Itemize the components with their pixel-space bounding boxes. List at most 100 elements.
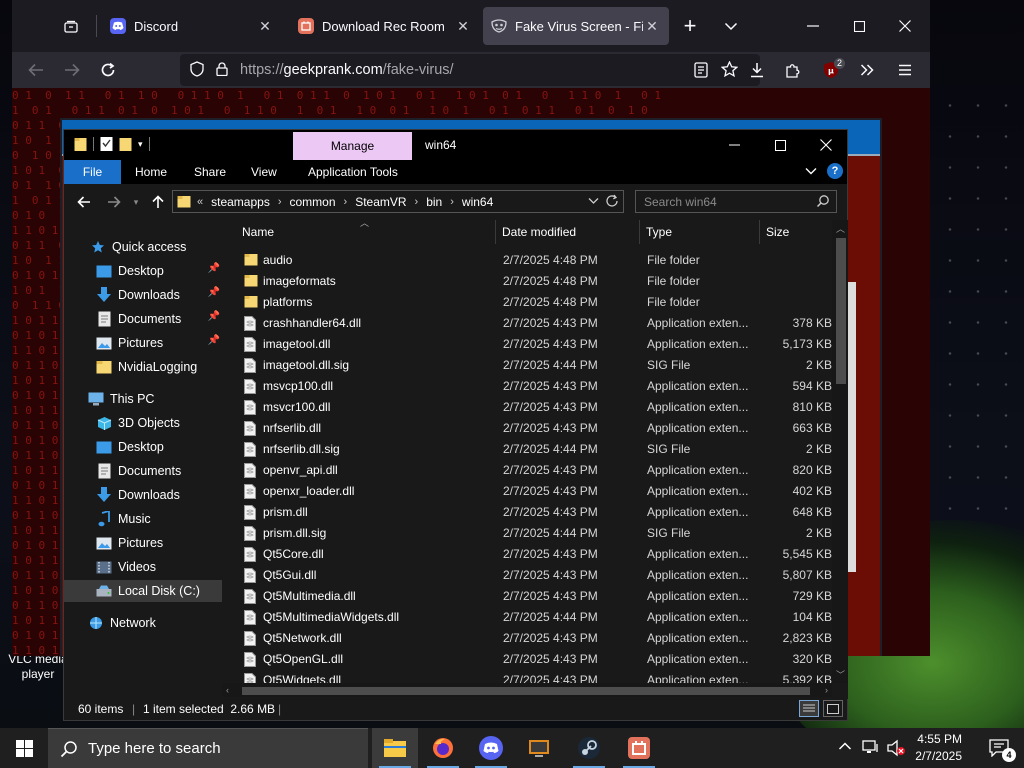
column-date-modified[interactable]: Date modified bbox=[502, 220, 642, 244]
file-row[interactable]: openxr_loader.dll 2/7/2025 4:43 PM Applica… bbox=[222, 481, 832, 502]
bookmark-star-icon[interactable] bbox=[720, 60, 739, 81]
ribbon-tab-view[interactable]: View bbox=[251, 160, 277, 184]
minimize-button[interactable] bbox=[790, 8, 836, 44]
nav-pc-local-disk[interactable]: Local Disk (C:) bbox=[64, 580, 222, 602]
nav-pc-videos[interactable]: Videos bbox=[96, 556, 220, 578]
file-row[interactable]: Qt5MultimediaWidgets.dll 2/7/2025 4:44 PM… bbox=[222, 607, 832, 628]
nav-quick-downloads[interactable]: Downloads 📌 bbox=[96, 284, 220, 306]
taskbar-steam[interactable] bbox=[566, 728, 612, 768]
maximize-button[interactable] bbox=[836, 8, 882, 44]
breadcrumb-bin[interactable]: bin bbox=[426, 195, 442, 209]
file-row[interactable]: Qt5Core.dll 2/7/2025 4:43 PM Application e… bbox=[222, 544, 832, 565]
taskbar-vlc[interactable] bbox=[516, 728, 562, 768]
taskbar-firefox[interactable] bbox=[420, 728, 466, 768]
tray-network-icon[interactable] bbox=[862, 739, 880, 758]
chevron-down-icon[interactable] bbox=[588, 194, 599, 208]
nav-pc-pictures[interactable]: Pictures bbox=[96, 532, 220, 554]
menu-button[interactable] bbox=[891, 56, 919, 84]
column-name[interactable]: Name bbox=[242, 220, 492, 244]
nav-pc-music[interactable]: Music bbox=[96, 508, 220, 530]
tab-list-icon[interactable] bbox=[58, 14, 84, 40]
details-view-button[interactable] bbox=[799, 700, 819, 717]
ribbon-tab-home[interactable]: Home bbox=[135, 160, 167, 184]
reader-view-icon[interactable] bbox=[694, 62, 708, 81]
scroll-right-icon[interactable]: › bbox=[825, 685, 828, 695]
nav-quick-pictures[interactable]: Pictures 📌 bbox=[96, 332, 220, 354]
nav-pc-documents[interactable]: Documents bbox=[96, 460, 220, 482]
downloads-button[interactable] bbox=[743, 56, 771, 84]
tray-volume-icon[interactable] bbox=[886, 739, 906, 760]
file-row[interactable]: nrfserlib.dll.sig 2/7/2025 4:44 PM SIG Fil… bbox=[222, 439, 832, 460]
file-row[interactable]: imagetool.dll.sig 2/7/2025 4:44 PM SIG Fil… bbox=[222, 355, 832, 376]
scroll-down-icon[interactable]: ﹀ bbox=[836, 668, 845, 681]
back-button[interactable] bbox=[22, 56, 50, 84]
tab-fake-virus[interactable]: Fake Virus Screen - Files a ✕ bbox=[483, 7, 669, 45]
search-box[interactable]: Search win64 bbox=[635, 190, 837, 213]
ribbon-tab-application-tools[interactable]: Application Tools bbox=[308, 160, 398, 184]
ublock-extension-button[interactable]: μ 2 bbox=[817, 56, 845, 84]
file-row[interactable]: Qt5Network.dll 2/7/2025 4:43 PM Applicatio… bbox=[222, 628, 832, 649]
file-row[interactable]: Qt5Gui.dll 2/7/2025 4:43 PM Application ex… bbox=[222, 565, 832, 586]
taskbar-discord[interactable] bbox=[468, 728, 514, 768]
pin-icon[interactable]: 📌 bbox=[208, 287, 220, 298]
breadcrumb-steamvr[interactable]: SteamVR bbox=[355, 195, 406, 209]
file-row[interactable]: crashhandler64.dll 2/7/2025 4:43 PM Applic… bbox=[222, 313, 832, 334]
explorer-back-button[interactable] bbox=[74, 192, 94, 212]
more-tools-button[interactable] bbox=[853, 56, 881, 84]
ribbon-tab-share[interactable]: Share bbox=[194, 160, 226, 184]
vertical-scroll-thumb[interactable] bbox=[836, 238, 846, 384]
new-tab-button[interactable]: + bbox=[667, 8, 713, 44]
file-row[interactable]: imagetool.dll 2/7/2025 4:43 PM Application… bbox=[222, 334, 832, 355]
nav-this-pc[interactable]: This PC bbox=[88, 388, 220, 410]
nav-network[interactable]: Network bbox=[88, 612, 220, 634]
scroll-left-icon[interactable]: ‹ bbox=[226, 685, 229, 695]
customize-qat-icon[interactable]: ▾ bbox=[138, 139, 143, 150]
file-row[interactable]: openvr_api.dll 2/7/2025 4:43 PM Applicatio… bbox=[222, 460, 832, 481]
scroll-up-icon[interactable]: ︿ bbox=[836, 222, 845, 235]
new-folder-icon[interactable] bbox=[119, 136, 132, 152]
breadcrumb-win64[interactable]: win64 bbox=[462, 195, 493, 209]
reload-button[interactable] bbox=[94, 56, 122, 84]
refresh-icon[interactable] bbox=[605, 194, 619, 208]
ribbon-tab-file[interactable]: File bbox=[64, 160, 121, 184]
close-tab-icon[interactable]: ✕ bbox=[256, 18, 274, 35]
large-icons-view-button[interactable] bbox=[823, 700, 843, 717]
extensions-button[interactable] bbox=[779, 56, 807, 84]
taskbar-search-box[interactable]: Type here to search bbox=[48, 728, 368, 768]
url-bar[interactable]: https://geekprank.com/fake-virus/ bbox=[180, 54, 760, 86]
close-tab-icon[interactable]: ✕ bbox=[643, 18, 661, 35]
taskbar-file-explorer[interactable] bbox=[372, 728, 418, 768]
folder-row[interactable]: imageformats 2/7/2025 4:48 PM File folder bbox=[222, 271, 832, 292]
close-window-button[interactable] bbox=[882, 8, 928, 44]
pin-icon[interactable]: 📌 bbox=[208, 311, 220, 322]
column-type[interactable]: Type bbox=[646, 220, 756, 244]
address-bar[interactable]: « steamapps › common › SteamVR › bin › w… bbox=[172, 190, 624, 213]
forward-button[interactable] bbox=[58, 56, 86, 84]
list-all-tabs-button[interactable] bbox=[708, 8, 754, 44]
close-tab-icon[interactable]: ✕ bbox=[454, 18, 472, 35]
recent-locations-icon[interactable]: ▾ bbox=[126, 192, 146, 212]
column-size[interactable]: Size bbox=[766, 220, 826, 244]
up-button[interactable] bbox=[148, 192, 168, 212]
start-button[interactable] bbox=[0, 728, 48, 768]
notification-center-button[interactable]: 4 bbox=[988, 737, 1016, 762]
nav-pc-3d-objects[interactable]: 3D Objects bbox=[96, 412, 220, 434]
tab-manage[interactable]: Manage bbox=[293, 132, 412, 160]
pin-icon[interactable]: 📌 bbox=[208, 335, 220, 346]
file-row[interactable]: msvcp100.dll 2/7/2025 4:43 PM Application … bbox=[222, 376, 832, 397]
taskbar-clock[interactable]: 4:55 PM 2/7/2025 bbox=[915, 731, 962, 765]
expand-ribbon-icon[interactable] bbox=[805, 167, 817, 175]
lock-icon[interactable] bbox=[216, 61, 228, 79]
file-row[interactable]: Qt5Multimedia.dll 2/7/2025 4:43 PM Applica… bbox=[222, 586, 832, 607]
breadcrumb-common[interactable]: common bbox=[290, 195, 336, 209]
file-row[interactable]: prism.dll 2/7/2025 4:43 PM Application ext… bbox=[222, 502, 832, 523]
taskbar-rec-room[interactable] bbox=[616, 728, 662, 768]
tab-rec-room[interactable]: Download Rec Room ✕ bbox=[290, 7, 480, 45]
breadcrumb-steamapps[interactable]: steamapps bbox=[211, 195, 270, 209]
explorer-close-button[interactable] bbox=[803, 130, 849, 160]
help-icon[interactable]: ? bbox=[827, 163, 843, 179]
tab-discord[interactable]: Discord ✕ bbox=[102, 7, 282, 45]
show-hidden-icons-button[interactable] bbox=[838, 740, 852, 754]
folder-row[interactable]: audio 2/7/2025 4:48 PM File folder bbox=[222, 250, 832, 271]
file-row[interactable]: prism.dll.sig 2/7/2025 4:44 PM SIG File 2 K… bbox=[222, 523, 832, 544]
